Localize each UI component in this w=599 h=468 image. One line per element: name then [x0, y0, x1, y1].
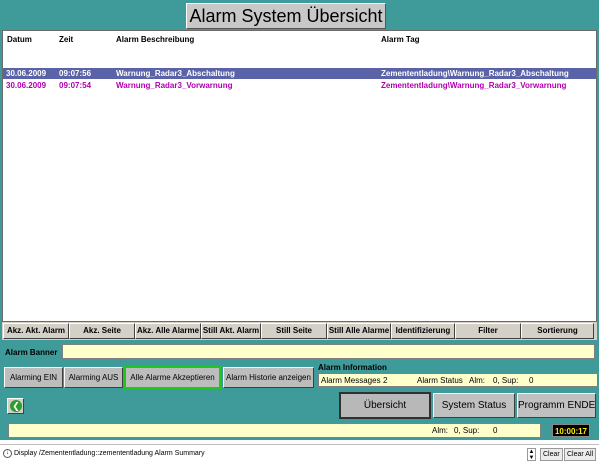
- alarm-status-alm-value: 0, Sup:: [493, 376, 519, 385]
- back-arrow-icon: ❮: [10, 400, 22, 412]
- alarm-information-title: Alarm Information: [318, 363, 387, 372]
- clock-display: 10:00:17: [552, 424, 590, 437]
- status-bar: ↓ Display /Zemententladung::zemententlad…: [0, 444, 599, 464]
- ack-current-alarm-button[interactable]: Akz. Akt. Alarm: [3, 323, 69, 339]
- alarm-history-button[interactable]: Alarm Historie anzeigen: [223, 367, 314, 388]
- alarm-information-box: Alarm Messages 2 Alarm Status Alm: 0, Su…: [318, 373, 598, 387]
- alarm-description: Warnung_Radar3_Abschaltung: [116, 69, 235, 78]
- alarm-time: 09:07:56: [59, 69, 92, 78]
- filter-button[interactable]: Filter: [455, 323, 521, 339]
- alarm-tag: Zemententladung\Warnung_Radar3_Vorwarnun…: [381, 81, 567, 90]
- scroll-arrows-icon[interactable]: ▲ ▼: [527, 448, 536, 461]
- identify-button[interactable]: Identifizierung: [391, 323, 455, 339]
- alarming-off-button[interactable]: Alarming AUS: [64, 367, 123, 388]
- alarm-time: 09:07:54: [59, 81, 92, 90]
- status-alm-value: 0, Sup:: [454, 426, 480, 435]
- alarm-row[interactable]: 30.06.2009 09:07:54 Warnung_Radar3_Vorwa…: [3, 80, 596, 91]
- silence-page-button[interactable]: Still Seite: [261, 323, 327, 339]
- system-status-button[interactable]: System Status: [433, 393, 515, 418]
- ack-all-alarms-button[interactable]: Akz. Alle Alarme: [135, 323, 201, 339]
- alarm-grid[interactable]: Datum Zeit Alarm Beschreibung Alarm Tag …: [2, 30, 597, 322]
- clear-button[interactable]: Clear: [540, 448, 563, 461]
- clear-all-button[interactable]: Clear All: [564, 448, 597, 461]
- alarm-row[interactable]: 30.06.2009 09:07:56 Warnung_Radar3_Absch…: [3, 68, 596, 79]
- display-path: Display /Zemententladung::zemententladun…: [14, 450, 205, 457]
- col-header-time: Zeit: [59, 35, 74, 44]
- back-button[interactable]: ❮: [7, 398, 24, 414]
- sort-button[interactable]: Sortierung: [521, 323, 594, 339]
- alarm-tag: Zemententladung\Warnung_Radar3_Abschaltu…: [381, 69, 569, 78]
- alarm-status-alm-label: Alm:: [469, 376, 485, 385]
- alarming-on-button[interactable]: Alarming EIN: [4, 367, 63, 388]
- system-status-field: Alm: 0, Sup: 0: [8, 423, 541, 438]
- window-title: Alarm System Übersicht: [186, 3, 386, 29]
- col-header-date: Datum: [7, 35, 32, 44]
- alarm-banner-label: Alarm Banner: [5, 348, 58, 357]
- alarm-date: 30.06.2009: [6, 69, 47, 78]
- status-alm-label: Alm:: [432, 426, 448, 435]
- alarm-window: Alarm System Übersicht Datum Zeit Alarm …: [0, 0, 599, 440]
- alarm-banner-field: [62, 344, 595, 359]
- silence-current-alarm-button[interactable]: Still Akt. Alarm: [201, 323, 261, 339]
- alarm-command-bar: Akz. Akt. Alarm Akz. Seite Akz. Alle Ala…: [2, 322, 597, 340]
- col-header-tag: Alarm Tag: [381, 35, 420, 44]
- alarm-status-label: Alarm Status: [417, 376, 463, 385]
- overview-button[interactable]: Übersicht: [339, 392, 431, 419]
- status-sup-value: 0: [493, 426, 498, 435]
- alarm-status-sup-value: 0: [529, 376, 534, 385]
- ack-page-button[interactable]: Akz. Seite: [69, 323, 135, 339]
- alarm-description: Warnung_Radar3_Vorwarnung: [116, 81, 233, 90]
- alarm-messages-count: 2: [383, 376, 388, 385]
- ack-all-button[interactable]: Alle Alarme Akzeptieren: [124, 366, 221, 389]
- program-end-button[interactable]: Programm ENDE: [517, 393, 596, 418]
- alarm-messages-label: Alarm Messages: [321, 376, 381, 385]
- silence-all-alarms-button[interactable]: Still Alle Alarme: [327, 323, 391, 339]
- download-icon: ↓: [3, 449, 12, 458]
- col-header-description: Alarm Beschreibung: [116, 35, 195, 44]
- alarm-date: 30.06.2009: [6, 81, 47, 90]
